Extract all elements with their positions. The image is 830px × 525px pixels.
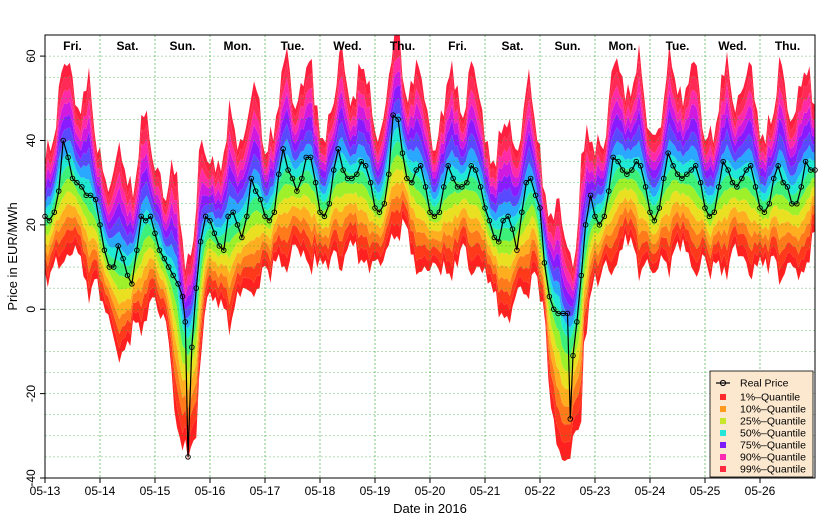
- weekday-label: Tue.: [666, 39, 690, 53]
- x-tick-label: 05-25: [690, 484, 721, 498]
- y-tick-label: -20: [24, 385, 38, 403]
- weekday-label: Tue.: [281, 39, 305, 53]
- x-tick-label: 05-24: [635, 484, 666, 498]
- legend-swatch: [720, 442, 726, 448]
- legend-quantile-label: 50%–Quantile: [740, 428, 806, 440]
- y-tick-label: 60: [24, 49, 38, 63]
- x-axis-title: Date in 2016: [393, 501, 467, 516]
- y-tick-label: 20: [24, 218, 38, 232]
- legend-swatch: [720, 454, 726, 460]
- legend-swatch: [720, 466, 726, 472]
- x-tick-label: 05-17: [250, 484, 281, 498]
- x-tick-label: 05-22: [525, 484, 556, 498]
- x-tick-label: 05-14: [85, 484, 116, 498]
- weekday-label: Sun.: [170, 39, 196, 53]
- weekday-label: Fri.: [63, 39, 82, 53]
- weekday-label: Thu.: [775, 39, 800, 53]
- price-forecast-chart: Fri. Sat. Sun. Mon. Tue. Wed. Thu. Fri. Sat. Sun.…: [0, 0, 830, 525]
- y-tick-label: 40: [24, 133, 38, 147]
- y-tick-label: -40: [24, 469, 38, 487]
- weekday-label: Mon.: [224, 39, 252, 53]
- x-tick-label: 05-15: [140, 484, 171, 498]
- weekday-label: Sat.: [501, 39, 523, 53]
- weekday-label: Mon.: [609, 39, 637, 53]
- legend-quantile-label: 1%–Quantile: [740, 392, 800, 404]
- weekday-label: Wed.: [718, 39, 746, 53]
- x-tick-label: 05-18: [305, 484, 336, 498]
- legend-swatch: [720, 430, 726, 436]
- x-tick-label: 05-19: [360, 484, 391, 498]
- legend: Real Price 1%–Quantile10%–Quantile25%–Qua…: [709, 370, 814, 478]
- x-tick-label: 05-16: [195, 484, 226, 498]
- weekday-label: Sat.: [116, 39, 138, 53]
- weekday-label: Sun.: [555, 39, 581, 53]
- legend-quantile-label: 75%–Quantile: [740, 440, 806, 452]
- y-axis-title: Price in EUR/MWh: [5, 202, 20, 310]
- legend-quantile-label: 25%–Quantile: [740, 416, 806, 428]
- weekday-label: Wed.: [333, 39, 361, 53]
- legend-swatch: [720, 406, 726, 412]
- x-tick-label: 05-21: [470, 484, 501, 498]
- weekday-label: Thu.: [390, 39, 415, 53]
- legend-quantile-label: 99%–Quantile: [740, 464, 806, 476]
- legend-quantile-label: 10%–Quantile: [740, 404, 806, 416]
- x-tick-label: 05-23: [580, 484, 611, 498]
- legend-real-price-label: Real Price: [740, 378, 789, 390]
- legend-swatch: [720, 394, 726, 400]
- legend-swatch: [720, 418, 726, 424]
- x-tick-label: 05-20: [415, 484, 446, 498]
- x-tick-label: 05-26: [745, 484, 776, 498]
- y-tick-label: 0: [24, 306, 38, 313]
- weekday-label: Fri.: [448, 39, 467, 53]
- legend-quantile-label: 90%–Quantile: [740, 452, 806, 464]
